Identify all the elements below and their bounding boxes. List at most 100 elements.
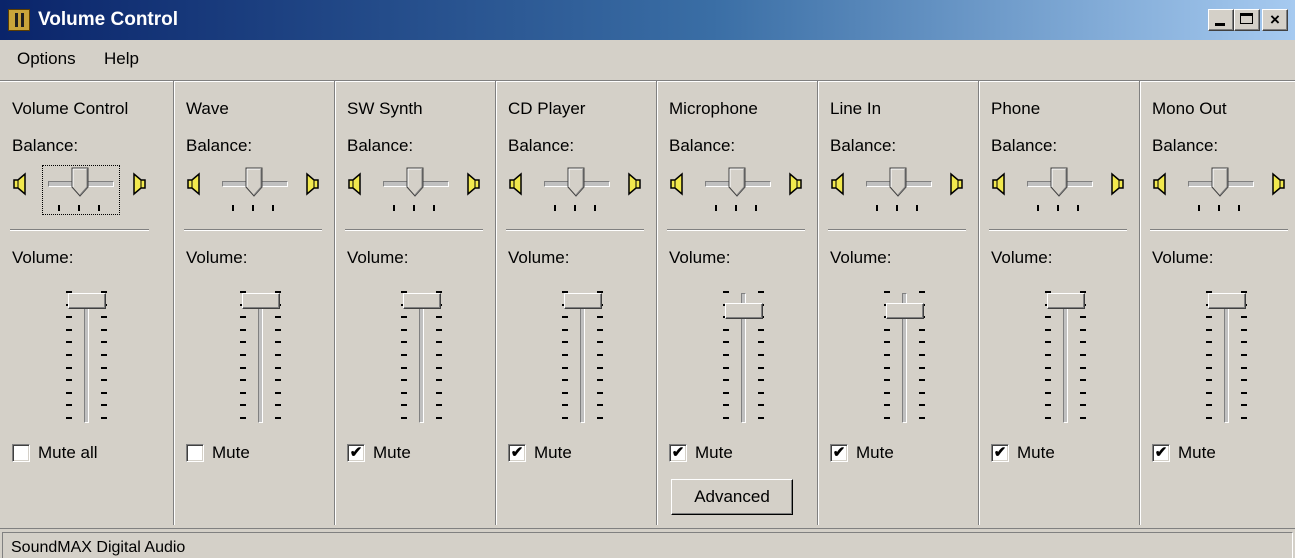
- balance-slider-thumb[interactable]: [889, 167, 907, 197]
- volume-track[interactable]: [1063, 293, 1068, 423]
- volume-label: Volume:: [830, 248, 892, 267]
- advanced-button[interactable]: Advanced: [671, 479, 793, 515]
- volume-slider-thumb[interactable]: [725, 303, 763, 319]
- divider: [1150, 229, 1288, 231]
- speaker-right-icon: [787, 171, 803, 197]
- speaker-right-icon: [304, 171, 320, 197]
- balance-slider-thumb[interactable]: [1211, 167, 1229, 197]
- balance-label: Balance:: [1152, 136, 1219, 155]
- channel-column: Phone Balance: Volume: ✔ Mute: [978, 81, 1139, 525]
- balance-ticks: [715, 205, 759, 213]
- divider: [345, 229, 483, 231]
- title-bar: Volume Control ×: [0, 0, 1295, 40]
- speaker-left-icon: [669, 171, 685, 197]
- speaker-left-icon: [991, 171, 1007, 197]
- divider: [10, 229, 149, 231]
- balance-ticks: [876, 205, 920, 213]
- volume-ticks: [101, 291, 107, 421]
- status-panel: SoundMAX Digital Audio: [2, 532, 1293, 558]
- channel-name: CD Player: [508, 99, 586, 118]
- mute-checkbox[interactable]: [186, 444, 204, 462]
- menu-help[interactable]: Help: [104, 49, 139, 69]
- mute-checkbox[interactable]: ✔: [347, 444, 365, 462]
- mute-label: Mute: [373, 443, 411, 462]
- volume-label: Volume:: [186, 248, 248, 267]
- mute-label: Mute all: [38, 443, 98, 462]
- channel-name: Wave: [186, 99, 229, 118]
- speaker-right-icon: [131, 171, 147, 197]
- balance-slider-thumb[interactable]: [567, 167, 585, 197]
- speaker-left-icon: [347, 171, 363, 197]
- status-text: SoundMAX Digital Audio: [11, 539, 186, 556]
- volume-ticks: [1206, 291, 1212, 421]
- mute-label: Mute: [1178, 443, 1216, 462]
- minimize-button[interactable]: [1208, 9, 1234, 31]
- volume-label: Volume:: [347, 248, 409, 267]
- volume-track[interactable]: [84, 293, 89, 423]
- balance-label: Balance:: [12, 136, 79, 155]
- mixer-channels: Volume Control Balance: Volume: Mute all Wav…: [0, 80, 1295, 525]
- menu-options[interactable]: Options: [17, 49, 76, 69]
- volume-track[interactable]: [1224, 293, 1229, 423]
- volume-label: Volume:: [1152, 248, 1214, 267]
- balance-label: Balance:: [347, 136, 414, 155]
- speaker-left-icon: [508, 171, 524, 197]
- channel-name: SW Synth: [347, 99, 423, 118]
- channel-column: Mono Out Balance: Volume: ✔ Mute: [1139, 81, 1295, 525]
- balance-slider-thumb[interactable]: [245, 167, 263, 197]
- volume-ticks: [597, 291, 603, 421]
- volume-slider-thumb[interactable]: [242, 293, 280, 309]
- mute-checkbox[interactable]: [12, 444, 30, 462]
- volume-ticks: [401, 291, 407, 421]
- maximize-button[interactable]: [1234, 9, 1260, 31]
- balance-ticks: [1037, 205, 1081, 213]
- menu-bar: Options Help: [0, 44, 1295, 76]
- balance-label: Balance:: [186, 136, 253, 155]
- balance-ticks: [554, 205, 598, 213]
- balance-slider-thumb[interactable]: [728, 167, 746, 197]
- mute-checkbox[interactable]: ✔: [669, 444, 687, 462]
- volume-ticks: [275, 291, 281, 421]
- channel-column: Line In Balance: Volume: ✔ Mute: [817, 81, 978, 525]
- volume-slider-thumb[interactable]: [1047, 293, 1085, 309]
- balance-slider-thumb[interactable]: [406, 167, 424, 197]
- mute-label: Mute: [856, 443, 894, 462]
- mute-checkbox[interactable]: ✔: [508, 444, 526, 462]
- speaker-right-icon: [626, 171, 642, 197]
- close-button[interactable]: ×: [1262, 9, 1288, 31]
- balance-slider-thumb[interactable]: [1050, 167, 1068, 197]
- volume-track[interactable]: [419, 293, 424, 423]
- volume-ticks: [1241, 291, 1247, 421]
- divider: [667, 229, 805, 231]
- divider: [828, 229, 966, 231]
- volume-label: Volume:: [508, 248, 570, 267]
- volume-ticks: [436, 291, 442, 421]
- divider: [506, 229, 644, 231]
- balance-label: Balance:: [508, 136, 575, 155]
- focus-rectangle: [42, 165, 120, 215]
- speaker-left-icon: [1152, 171, 1168, 197]
- channel-name: Mono Out: [1152, 99, 1227, 118]
- speaker-right-icon: [948, 171, 964, 197]
- volume-slider-thumb[interactable]: [1208, 293, 1246, 309]
- channel-column: Volume Control Balance: Volume: Mute all: [0, 81, 161, 525]
- mute-checkbox[interactable]: ✔: [991, 444, 1009, 462]
- volume-control-app-icon[interactable]: [8, 9, 30, 31]
- volume-track[interactable]: [580, 293, 585, 423]
- volume-track[interactable]: [258, 293, 263, 423]
- mute-checkbox[interactable]: ✔: [830, 444, 848, 462]
- mute-label: Mute: [695, 443, 733, 462]
- channel-name: Line In: [830, 99, 882, 118]
- mute-label: Mute: [1017, 443, 1055, 462]
- volume-ticks: [240, 291, 246, 421]
- volume-slider-thumb[interactable]: [403, 293, 441, 309]
- balance-ticks: [232, 205, 276, 213]
- divider: [184, 229, 322, 231]
- mute-checkbox[interactable]: ✔: [1152, 444, 1170, 462]
- volume-ticks: [1080, 291, 1086, 421]
- balance-label: Balance:: [991, 136, 1058, 155]
- volume-slider-thumb[interactable]: [886, 303, 924, 319]
- volume-label: Volume:: [991, 248, 1053, 267]
- volume-slider-thumb[interactable]: [564, 293, 602, 309]
- volume-slider-thumb[interactable]: [68, 293, 106, 309]
